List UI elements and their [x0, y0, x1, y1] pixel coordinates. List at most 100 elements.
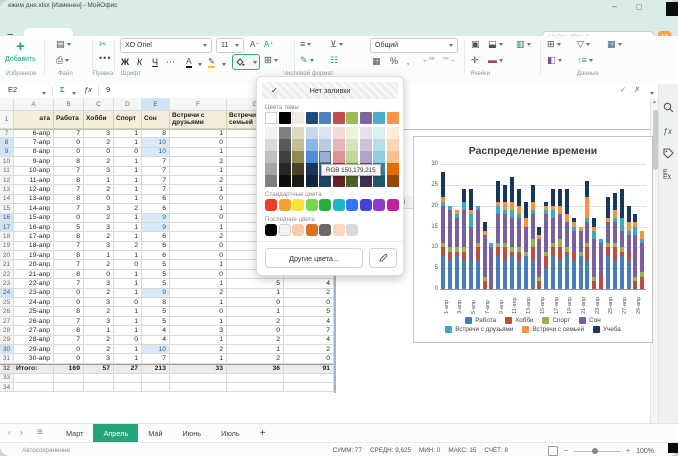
value-cell[interactable]: 2 — [227, 317, 284, 326]
scroll-up-icon[interactable]: ▲ — [652, 99, 657, 105]
value-cell[interactable]: 1 — [114, 345, 142, 354]
select-all-corner[interactable] — [0, 98, 14, 111]
date-cell[interactable]: 18-апр — [14, 242, 54, 251]
value-cell[interactable]: 3 — [170, 326, 227, 335]
value-cell[interactable]: 3 — [84, 298, 114, 307]
cell-reference[interactable]: E2 — [8, 85, 17, 94]
value-cell[interactable]: 8 — [54, 270, 84, 279]
shade-swatch[interactable] — [360, 175, 372, 187]
value-cell[interactable]: 1 — [114, 289, 142, 298]
date-cell[interactable]: 30-апр — [14, 354, 54, 363]
value-cell[interactable]: 5 — [142, 279, 170, 288]
row-header-27[interactable]: 27 — [0, 317, 14, 326]
decrease-font-icon[interactable]: A⁻ — [250, 40, 260, 49]
value-cell[interactable]: 1 — [114, 167, 142, 176]
value-cell[interactable]: 1 — [114, 317, 142, 326]
value-cell[interactable]: 0 — [227, 298, 284, 307]
bold-button[interactable]: Ж — [121, 57, 129, 67]
cancel-icon[interactable]: ✗ — [634, 85, 640, 94]
date-cell[interactable]: 6-апр — [14, 129, 54, 138]
value-cell[interactable]: 2 — [170, 345, 227, 354]
formula-value[interactable]: 9 — [106, 85, 110, 94]
value-cell[interactable]: 7 — [142, 167, 170, 176]
value-cell[interactable]: 9 — [142, 289, 170, 298]
decrease-decimal-icon[interactable]: ←⁰⁰ — [422, 56, 435, 64]
eyedropper-button[interactable] — [369, 248, 397, 268]
shade-swatch[interactable] — [333, 151, 345, 163]
value-cell[interactable]: 5 — [142, 307, 170, 316]
page-view-icon[interactable] — [548, 446, 558, 456]
value-cell[interactable]: 4 — [142, 336, 170, 345]
shade-swatch[interactable] — [279, 175, 291, 187]
standard-color-swatch[interactable] — [265, 199, 277, 211]
zoom-in-icon[interactable]: + — [626, 448, 630, 455]
value-cell[interactable]: 9 — [142, 223, 170, 232]
other-colors-button[interactable]: Другие цвета... — [265, 248, 363, 268]
value-cell[interactable]: 2 — [170, 232, 227, 241]
shade-swatch[interactable] — [387, 175, 399, 187]
value-cell[interactable]: 7 — [284, 326, 334, 335]
empty-cell[interactable] — [284, 374, 334, 383]
shade-swatch[interactable] — [333, 127, 345, 139]
value-cell[interactable]: 0 — [84, 195, 114, 204]
value-cell[interactable]: 8 — [142, 298, 170, 307]
value-cell[interactable]: 0 — [114, 260, 142, 269]
percent-icon[interactable]: % — [390, 56, 398, 66]
shade-swatch[interactable] — [360, 139, 372, 151]
date-cell[interactable]: 9-апр — [14, 157, 54, 166]
value-cell[interactable]: 0 — [170, 307, 227, 316]
value-cell[interactable]: 2 — [84, 307, 114, 316]
row-header-15[interactable]: 15 — [0, 204, 14, 213]
value-cell[interactable]: 2 — [284, 345, 334, 354]
theme-color-swatch[interactable] — [279, 112, 291, 124]
formula-expand-caret[interactable] — [650, 92, 654, 95]
theme-color-swatch[interactable] — [387, 112, 399, 124]
value-cell[interactable]: 3 — [84, 317, 114, 326]
shade-swatch[interactable] — [265, 163, 277, 175]
font-family-select[interactable]: XO Oriel — [120, 38, 212, 53]
standard-color-swatch[interactable] — [319, 199, 331, 211]
value-cell[interactable]: 4 — [284, 279, 334, 288]
date-cell[interactable]: 8-апр — [14, 148, 54, 157]
empty-cell[interactable] — [227, 374, 284, 383]
date-cell[interactable]: 10-апр — [14, 167, 54, 176]
row-header-22[interactable]: 22 — [0, 270, 14, 279]
standard-color-swatch[interactable] — [346, 199, 358, 211]
value-cell[interactable]: 5 — [54, 223, 84, 232]
shade-swatch[interactable] — [346, 127, 358, 139]
value-cell[interactable]: 1 — [114, 157, 142, 166]
shade-swatch[interactable] — [319, 139, 331, 151]
confirm-icon[interactable]: ✓ — [620, 85, 626, 94]
shade-swatch[interactable] — [292, 139, 304, 151]
more-edit-icon[interactable]: ••• — [99, 53, 111, 63]
no-fill-option[interactable]: ✓ Нет заливки — [262, 82, 398, 99]
value-cell[interactable]: 0 — [54, 289, 84, 298]
date-cell[interactable]: 13-апр — [14, 195, 54, 204]
row-header-23[interactable]: 23 — [0, 279, 14, 288]
recent-color-swatch[interactable] — [319, 224, 331, 236]
date-cell[interactable]: 17-апр — [14, 232, 54, 241]
row-header-21[interactable]: 21 — [0, 260, 14, 269]
add-favorite-button[interactable]: + — [16, 38, 25, 55]
font-size-select[interactable]: 11 — [216, 38, 244, 53]
value-cell[interactable]: 1 — [170, 185, 227, 194]
theme-color-swatch[interactable] — [306, 112, 318, 124]
row-header-26[interactable]: 26 — [0, 307, 14, 316]
shade-swatch[interactable] — [292, 151, 304, 163]
value-cell[interactable]: 2 — [170, 157, 227, 166]
value-cell[interactable]: 7 — [142, 354, 170, 363]
theme-color-swatch[interactable] — [333, 112, 345, 124]
shade-swatch[interactable] — [319, 151, 331, 163]
sheet-tab-Май[interactable]: Май — [138, 424, 172, 443]
row-header-30[interactable]: 30 — [0, 345, 14, 354]
sheet-tab-Март[interactable]: Март — [56, 424, 93, 443]
value-cell[interactable]: 3 — [84, 242, 114, 251]
empty-cell[interactable] — [142, 383, 170, 392]
tabs-prev-icon[interactable]: ‹ — [8, 428, 11, 437]
underline-button[interactable]: Ч — [152, 57, 158, 67]
panel-tag-icon[interactable] — [663, 148, 674, 161]
date-cell[interactable]: 26-апр — [14, 317, 54, 326]
tabs-next-icon[interactable]: › — [20, 428, 23, 437]
empty-cell[interactable] — [170, 374, 227, 383]
sheet-tab-Июнь[interactable]: Июнь — [173, 424, 212, 443]
